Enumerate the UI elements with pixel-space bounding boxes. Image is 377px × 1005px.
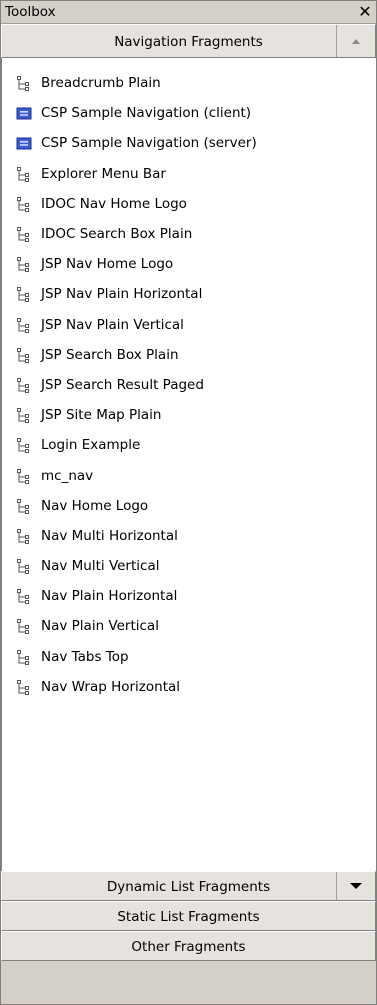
list-item-label: Nav Plain Vertical [41,618,159,635]
tree-fragment-icon [16,588,32,605]
close-icon[interactable]: ✕ [356,1,374,23]
list-item-label: IDOC Search Box Plain [41,226,193,243]
section-label: Navigation Fragments [114,34,263,50]
tree-fragment-icon [16,558,32,575]
list-item-label: Nav Multi Horizontal [41,527,178,544]
chevron-up-icon[interactable] [336,25,375,57]
list-item[interactable]: JSP Search Box Plain [2,340,376,370]
list-item-label: mc_nav [41,467,94,484]
list-item[interactable]: CSP Sample Navigation (client) [2,98,376,128]
list-item[interactable]: Explorer Menu Bar [2,159,376,189]
tree-fragment-icon [16,286,32,303]
list-item-label: Nav Tabs Top [41,648,129,665]
tree-fragment-icon [16,226,32,243]
tree-fragment-icon [16,256,32,273]
list-item[interactable]: JSP Nav Plain Horizontal [2,279,376,309]
list-item-label: CSP Sample Navigation (server) [41,135,257,152]
list-item-label: Nav Home Logo [41,497,149,514]
list-item[interactable]: Login Example [2,430,376,460]
list-item[interactable]: Breadcrumb Plain [2,68,376,98]
tree-fragment-icon [16,166,32,182]
list-item[interactable]: CSP Sample Navigation (server) [2,128,376,158]
list-item[interactable]: IDOC Nav Home Logo [2,189,376,219]
tree-fragment-icon [16,618,32,635]
tree-fragment-icon [16,196,32,212]
list-item-label: IDOC Nav Home Logo [41,195,187,212]
toolbox-title: Toolbox [5,4,56,20]
fragment-list: Breadcrumb Plain CSP Sample Navigation (c… [1,58,376,871]
list-item[interactable]: Nav Wrap Horizontal [2,672,376,702]
list-item-label: Login Example [41,437,141,454]
section-navigation-fragments[interactable]: Navigation Fragments [1,24,376,58]
list-item-label: JSP Nav Home Logo [41,256,174,273]
tree-fragment-icon [16,377,32,393]
csp-fragment-icon [16,105,32,121]
toolbox-panel: Toolbox ✕ Navigation Fragments Breadcrum… [0,0,377,1005]
list-item[interactable]: JSP Nav Home Logo [2,249,376,279]
tree-fragment-icon [16,437,32,454]
tree-fragment-icon [16,75,32,92]
list-item-label: Nav Multi Vertical [41,558,160,575]
list-item[interactable]: Nav Tabs Top [2,642,376,672]
list-item[interactable]: JSP Search Result Paged [2,370,376,400]
tree-fragment-icon [16,317,32,333]
csp-fragment-icon [16,135,32,151]
list-item-label: CSP Sample Navigation (client) [41,105,252,122]
section-static-list-fragments[interactable]: Static List Fragments [1,901,376,931]
tree-fragment-icon [16,649,32,665]
section-dynamic-list-fragments[interactable]: Dynamic List Fragments [1,871,376,901]
toolbox-titlebar: Toolbox ✕ [1,1,376,24]
list-item[interactable]: Nav Plain Horizontal [2,581,376,611]
section-other-fragments[interactable]: Other Fragments [1,931,376,961]
tree-fragment-icon [16,468,32,484]
list-item[interactable]: mc_nav [2,460,376,490]
tree-fragment-icon [16,528,32,544]
section-label: Dynamic List Fragments [106,879,271,895]
tree-fragment-icon [16,407,32,424]
chevron-down-icon[interactable] [336,872,375,900]
list-item[interactable]: IDOC Search Box Plain [2,219,376,249]
tree-fragment-icon [16,679,32,695]
list-item-label: JSP Nav Plain Vertical [41,316,184,333]
list-item-label: JSP Site Map Plain [41,407,162,424]
list-item-label: Nav Wrap Horizontal [41,678,181,695]
list-item-label: JSP Search Box Plain [41,346,179,363]
list-item[interactable]: Nav Multi Horizontal [2,521,376,551]
list-item-label: Nav Plain Horizontal [41,588,178,605]
list-item-label: Explorer Menu Bar [41,165,166,182]
section-label: Other Fragments [131,939,246,955]
tree-fragment-icon [16,347,32,363]
list-item[interactable]: JSP Site Map Plain [2,400,376,430]
list-item-label: JSP Nav Plain Horizontal [41,286,203,303]
list-item[interactable]: Nav Plain Vertical [2,611,376,641]
list-item[interactable]: JSP Nav Plain Vertical [2,310,376,340]
list-item-label: JSP Search Result Paged [41,376,204,393]
list-item[interactable]: Nav Home Logo [2,491,376,521]
section-label: Static List Fragments [117,909,260,925]
tree-fragment-icon [16,498,32,514]
list-item[interactable]: Nav Multi Vertical [2,551,376,581]
list-item-label: Breadcrumb Plain [41,75,161,92]
